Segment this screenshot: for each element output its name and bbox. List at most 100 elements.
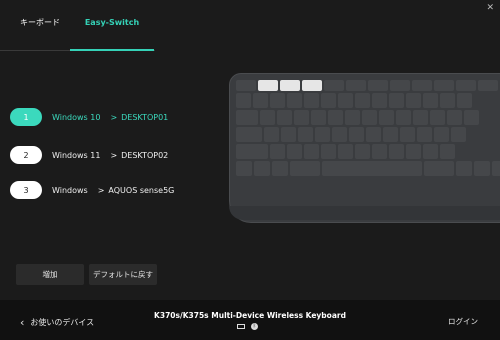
keyboard-key (423, 93, 438, 108)
keyboard-key (264, 127, 279, 142)
keyboard-key (440, 93, 455, 108)
keyboard-key (324, 80, 344, 91)
keyboard-key (236, 144, 268, 159)
keyboard-key (492, 161, 500, 176)
keyboard-key (396, 110, 411, 125)
battery-icon (237, 324, 245, 329)
close-button[interactable]: ✕ (486, 3, 494, 13)
keyboard-key (315, 127, 330, 142)
keyboard-key (298, 127, 313, 142)
channel-2[interactable]: 2 Windows 11 > DESKTOP02 (10, 145, 168, 165)
tab-active-indicator (70, 49, 154, 51)
keyboard-key (423, 144, 438, 159)
keyboard-key (321, 144, 336, 159)
keyboard-key (372, 144, 387, 159)
channel-number: 2 (10, 146, 42, 164)
keyboard-key (236, 110, 258, 125)
keyboard-key (236, 93, 251, 108)
channel-os: Windows (52, 185, 88, 195)
keyboard-key (383, 127, 398, 142)
keyboard-key (451, 127, 466, 142)
keyboard-key (372, 93, 387, 108)
channel-device: DESKTOP02 (121, 150, 169, 160)
keyboard-key (294, 110, 309, 125)
keyboard-row (236, 93, 500, 108)
add-button[interactable]: 増加 (16, 264, 84, 285)
channel-3[interactable]: 3 Windows > AQUOS sense5G (10, 180, 174, 200)
keyboard-row (236, 144, 500, 159)
keyboard-key (457, 93, 472, 108)
channel-1[interactable]: 1 Windows 10 > DESKTOP01 (10, 107, 168, 127)
keyboard-key (379, 110, 394, 125)
keyboard-row (236, 80, 500, 91)
keyboard-key (400, 127, 415, 142)
keyboard-key (338, 144, 353, 159)
keyboard-key (304, 144, 319, 159)
tab-keyboard[interactable]: キーボード (20, 12, 60, 38)
keyboard-row (236, 127, 500, 142)
keyboard-key (406, 144, 421, 159)
keyboard-key (281, 127, 296, 142)
channel-device: DESKTOP01 (121, 112, 169, 122)
keyboard-key (389, 144, 404, 159)
keyboard-key (311, 110, 326, 125)
footer-bar: ‹ お使いのデバイス K370s/K375s Multi-Device Wire… (0, 300, 500, 340)
keyboard-image (229, 73, 500, 223)
keyboard-key (290, 161, 320, 176)
keyboard-key (474, 161, 490, 176)
channel-os: Windows 11 (52, 150, 101, 160)
channel-device: AQUOS sense5G (108, 185, 175, 195)
keyboard-key (406, 93, 421, 108)
keyboard-key (390, 80, 410, 91)
keyboard-key (434, 127, 449, 142)
keyboard-palm-rest (229, 206, 500, 220)
keyboard-key (430, 110, 445, 125)
bluetooth-icon: ᛒ (251, 323, 258, 330)
channel-arrow: > (110, 150, 118, 160)
keyboard-key (236, 80, 256, 91)
device-status: ᛒ (237, 323, 258, 330)
keyboard-key (412, 80, 432, 91)
keyboard-key (270, 144, 285, 159)
restore-default-button[interactable]: デフォルトに戻す (89, 264, 157, 285)
keyboard-key (304, 93, 319, 108)
keyboard-key (258, 80, 278, 91)
keyboard-key (355, 93, 370, 108)
keyboard-key (260, 110, 275, 125)
keyboard-key (338, 93, 353, 108)
keyboard-key (253, 93, 268, 108)
keyboard-key (254, 161, 270, 176)
keyboard-key (368, 80, 388, 91)
keyboard-key (349, 127, 364, 142)
keyboard-key (287, 144, 302, 159)
keyboard-key (389, 93, 404, 108)
tab-bar: キーボード Easy-Switch (0, 12, 155, 51)
keyboard-key (456, 161, 472, 176)
keyboard-key (417, 127, 432, 142)
keyboard-key (362, 110, 377, 125)
keyboard-key (277, 110, 292, 125)
keyboard-key (355, 144, 370, 159)
keyboard-key (332, 127, 347, 142)
keyboard-key (464, 110, 479, 125)
channel-arrow: > (97, 185, 105, 195)
keyboard-row (236, 161, 500, 176)
login-link[interactable]: ログイン (448, 316, 478, 327)
keyboard-key (345, 110, 360, 125)
keyboard-key (280, 80, 300, 91)
keyboard-key (424, 161, 454, 176)
keyboard-key (321, 93, 336, 108)
keyboard-key (478, 80, 498, 91)
tab-easy-switch[interactable]: Easy-Switch (70, 12, 154, 38)
keyboard-key (272, 161, 288, 176)
keyboard-key (287, 93, 302, 108)
keyboard-key (447, 110, 462, 125)
keyboard-key (456, 80, 476, 91)
keyboard-key (366, 127, 381, 142)
keyboard-key (434, 80, 454, 91)
keyboard-key (346, 80, 366, 91)
keyboard-key (322, 161, 422, 176)
keyboard-key (236, 161, 252, 176)
channel-number: 3 (10, 181, 42, 199)
keyboard-key (413, 110, 428, 125)
